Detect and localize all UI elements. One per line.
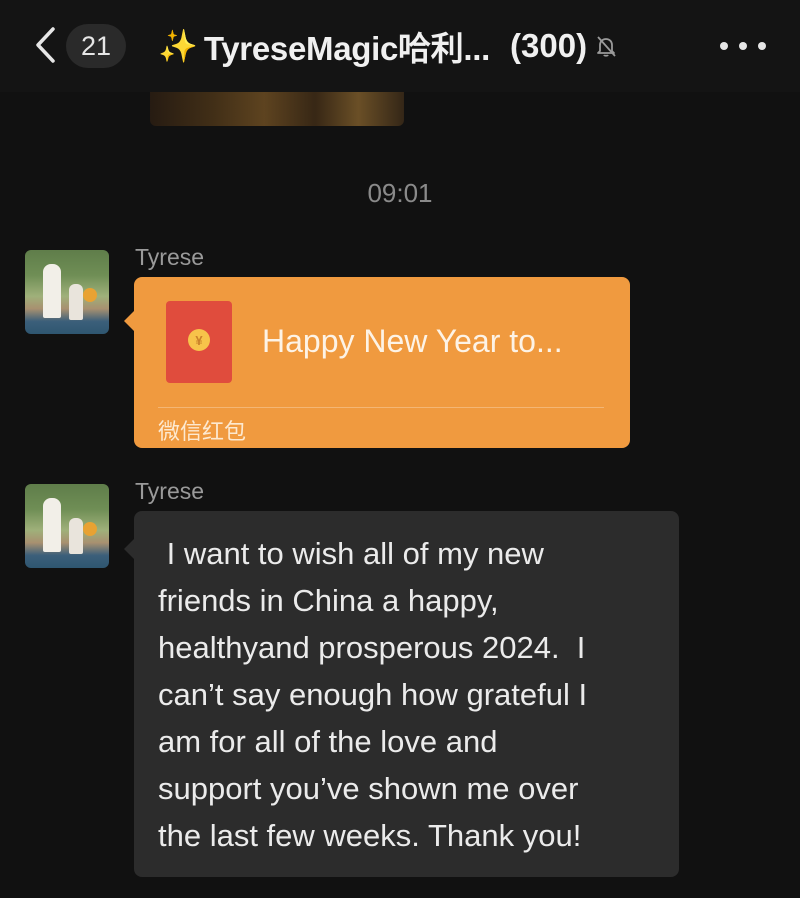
more-dots-icon	[720, 42, 728, 50]
divider	[158, 407, 604, 408]
message-text-line: I want to wish all of my new	[158, 536, 544, 571]
sender-name: Tyrese	[135, 244, 205, 270]
unread-count-badge[interactable]: 21	[66, 24, 126, 68]
chat-header: 21 ✨ TyreseMagic哈利... (300)	[0, 0, 800, 92]
avatar[interactable]	[25, 250, 109, 334]
message-text-line: friends in China a happy,	[158, 583, 499, 618]
more-options-button[interactable]	[720, 30, 766, 62]
red-packet-message[interactable]: ¥ Happy New Year to... 微信红包	[124, 277, 630, 448]
chat-title: TyreseMagic哈利...	[203, 30, 491, 67]
avatar[interactable]	[25, 484, 109, 568]
member-count: (300)	[510, 27, 588, 64]
yuan-coin-icon: ¥	[188, 329, 210, 351]
sender-name: Tyrese	[135, 478, 205, 504]
message-text-line: healthyand prosperous 2024. I	[158, 630, 586, 665]
text-message-bubble[interactable]: I want to wish all of my new friends in …	[124, 511, 679, 877]
red-packet-icon: ¥	[166, 301, 232, 383]
message-text-line: can’t say enough how grateful I	[158, 677, 588, 712]
red-packet-label: 微信红包	[158, 419, 247, 444]
message-text-line: am for all of the love and	[158, 724, 498, 759]
bell-slash-icon	[593, 33, 619, 59]
message-text-line: support you’ve shown me over	[158, 771, 579, 806]
red-packet-title: Happy New Year to...	[262, 323, 563, 359]
sparkle-emoji: ✨	[158, 28, 198, 64]
back-button[interactable]	[28, 22, 62, 68]
chevron-left-icon	[36, 27, 55, 63]
message-text-line: the last few weeks. Thank you!	[158, 818, 582, 853]
message-timestamp: 09:01	[367, 178, 433, 208]
chat-title-area[interactable]: ✨ TyreseMagic哈利... (300)	[158, 24, 619, 68]
